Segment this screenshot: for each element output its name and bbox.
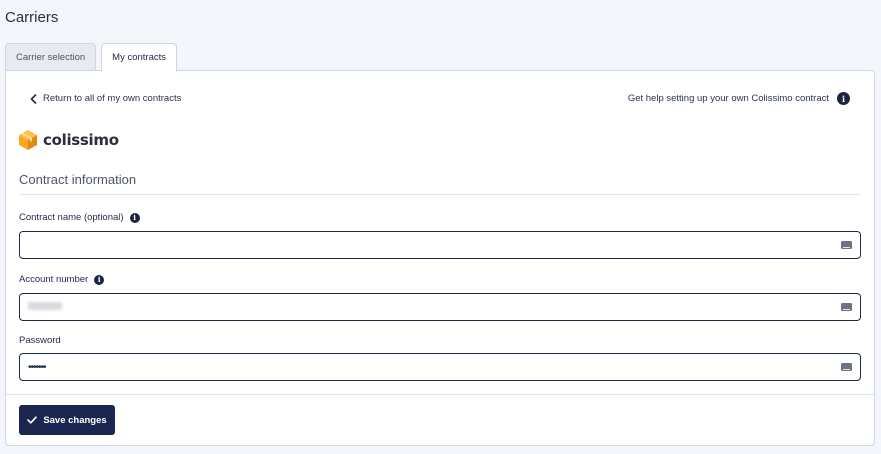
info-icon[interactable]: i [129,212,140,223]
help-setup-link[interactable]: Get help setting up your own Colissimo c… [628,92,850,105]
back-to-contracts-link[interactable]: Return to all of my own contracts [30,93,181,104]
account-number-label-text: Account number [19,274,89,285]
info-icon[interactable]: i [94,274,105,285]
footer-divider [6,394,874,395]
save-changes-button[interactable]: Save changes [19,405,115,435]
colissimo-logo: colissimo [18,129,119,151]
page-title: Carriers [5,9,59,26]
keyboard-autofill-icon[interactable] [841,363,852,371]
save-button-label: Save changes [43,414,107,426]
tab-bar: Carrier selection My contracts [5,43,182,72]
contract-card: Return to all of my own contracts Get he… [5,70,875,446]
password-input[interactable]: ••••••• [19,353,861,381]
section-title: Contract information [19,172,137,187]
account-number-label: Account number i [19,274,105,285]
account-number-input[interactable] [19,293,861,321]
back-link-label: Return to all of my own contracts [43,93,182,104]
info-icon: i [837,92,850,105]
contract-name-label: Contract name (optional) i [19,212,140,223]
redacted-value [28,301,62,310]
section-divider [19,194,861,195]
tab-carrier-selection[interactable]: Carrier selection [5,43,97,71]
parcel-box-icon [19,130,37,150]
checkmark-icon [27,416,38,424]
contract-name-label-text: Contract name (optional) [19,212,124,223]
contract-name-input[interactable] [19,231,861,259]
password-label-text: Password [19,335,61,346]
password-value: ••••••• [28,361,47,373]
logo-wordmark: colissimo [43,131,119,149]
tab-my-contracts[interactable]: My contracts [101,43,178,72]
help-link-label: Get help setting up your own Colissimo c… [627,93,829,104]
chevron-left-icon [30,93,37,104]
account-number-value [28,301,841,313]
password-label: Password [19,335,61,346]
keyboard-autofill-icon[interactable] [841,303,852,311]
keyboard-autofill-icon[interactable] [841,241,852,249]
